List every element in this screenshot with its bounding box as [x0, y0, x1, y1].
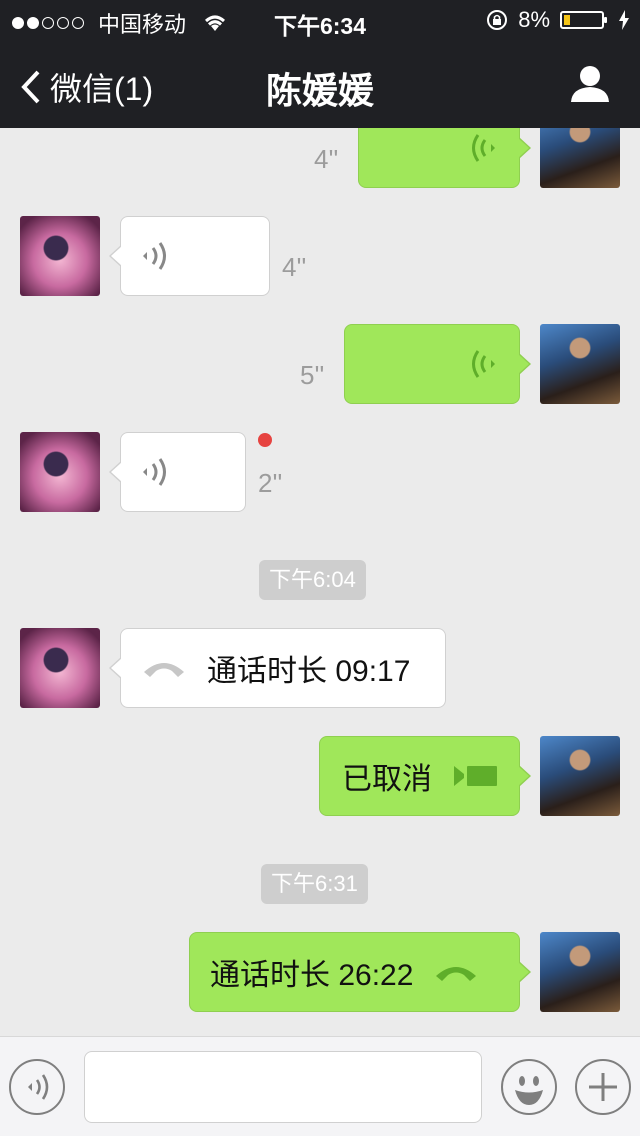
voice-message-bubble[interactable]: [109, 216, 270, 296]
voice-wave-icon: [472, 350, 495, 378]
video-camera-icon: [454, 766, 497, 786]
status-right: 8%: [486, 7, 630, 33]
timestamp: 下午6:31: [261, 864, 368, 904]
call-duration-text: 通话时长 26:22: [210, 959, 414, 992]
voice-message-bubble[interactable]: [344, 324, 531, 404]
chat-area[interactable]: 4'' 4'' 5'' 2'' 下午6:04 通话时长 09:17 已取消 下午…: [0, 128, 640, 1036]
status-bar: 中国移动 下午6:34 8%: [0, 0, 640, 40]
top-bar: 中国移动 下午6:34 8% 微信(1) 陈媛媛: [0, 0, 640, 128]
timestamp: 下午6:04: [259, 560, 366, 600]
my-avatar[interactable]: [540, 736, 620, 816]
voice-input-button[interactable]: [9, 1059, 65, 1115]
contact-avatar[interactable]: [20, 432, 100, 512]
rotation-lock-icon: [487, 10, 508, 30]
voice-duration: 2'': [258, 468, 283, 498]
voice-message-bubble[interactable]: [109, 432, 246, 512]
voice-message-bubble[interactable]: [358, 128, 531, 188]
emoji-button[interactable]: [501, 1059, 557, 1115]
plus-icon: [589, 1073, 617, 1101]
voice-duration: 4'': [282, 252, 307, 282]
phone-hangup-icon: [436, 967, 477, 981]
chat-title: 陈媛媛: [265, 70, 374, 111]
voice-wave-icon: [472, 134, 495, 162]
contact-avatar[interactable]: [20, 216, 100, 296]
phone-hangup-icon: [144, 663, 184, 677]
voice-wave-icon: [143, 242, 166, 270]
call-message-bubble[interactable]: 通话时长 26:22: [189, 932, 531, 1012]
my-avatar[interactable]: [540, 128, 620, 188]
more-button[interactable]: [575, 1059, 631, 1115]
my-avatar[interactable]: [540, 324, 620, 404]
smiley-icon: [515, 1076, 543, 1105]
battery-icon: [560, 11, 607, 29]
voice-wave-icon: [28, 1074, 49, 1100]
nav-bar: 微信(1) 陈媛媛: [0, 40, 640, 128]
contact-info-button[interactable]: [570, 64, 610, 109]
message-input[interactable]: [84, 1051, 482, 1123]
person-icon: [571, 66, 609, 102]
call-message-bubble[interactable]: 通话时长 09:17: [109, 628, 446, 708]
call-duration-text: 通话时长 09:17: [207, 655, 411, 688]
charging-bolt-icon: [619, 10, 629, 30]
voice-duration: 5'': [300, 360, 325, 390]
voice-wave-icon: [143, 458, 166, 486]
unread-dot: [258, 433, 272, 447]
battery-percent: 8%: [518, 7, 550, 32]
voice-duration: 4'': [314, 144, 339, 174]
video-call-status-text: 已取消: [342, 763, 432, 796]
video-call-bubble[interactable]: 已取消: [319, 736, 531, 816]
contact-avatar[interactable]: [20, 628, 100, 708]
my-avatar[interactable]: [540, 932, 620, 1012]
input-bar: [0, 1036, 640, 1136]
